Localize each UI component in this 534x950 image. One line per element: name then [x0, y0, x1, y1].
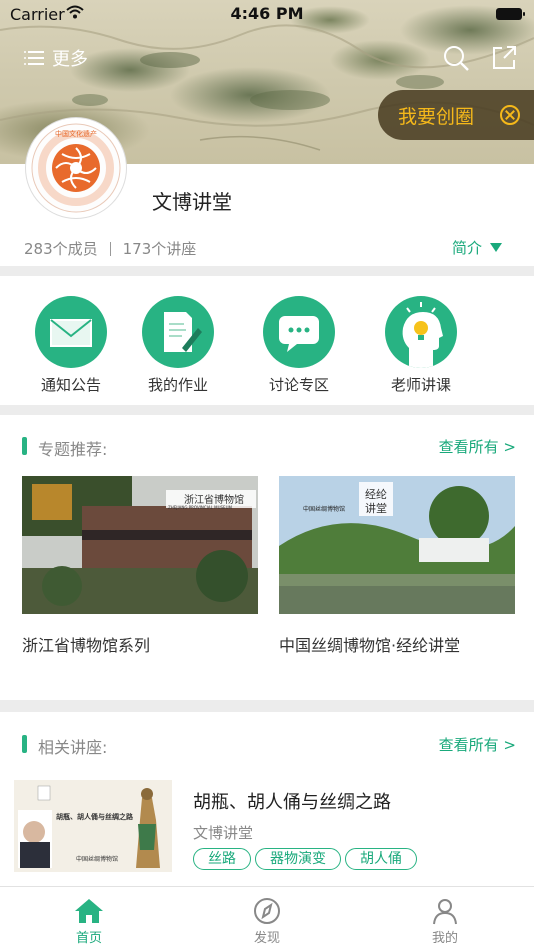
silk-badge-line2: 讲堂 — [365, 502, 387, 515]
silk-overlay-text: 中国丝绸博物馆 — [303, 506, 346, 513]
homework-icon — [142, 296, 214, 368]
feature-teacher[interactable]: 老师讲课 — [366, 296, 476, 395]
tab-home[interactable]: 首页 — [39, 897, 139, 946]
status-bar: Carrier 4:46 PM — [0, 0, 534, 28]
lectures-view-all-link[interactable]: 查看所有 > — [439, 734, 516, 755]
triangle-down-icon — [490, 243, 502, 252]
topics-view-all-link[interactable]: 查看所有 > — [439, 436, 516, 457]
tab-discover[interactable]: 发现 — [217, 897, 317, 946]
topic-card-label: 中国丝绸博物馆·经纶讲堂 — [279, 636, 461, 655]
topic-card-zhejiang[interactable]: 浙江省博物馆 ZHEJIANG PROVINCIAL MUSEUM 浙江省博物馆… — [22, 476, 258, 656]
more-menu-button[interactable]: 更多 — [24, 45, 88, 71]
create-circle-button[interactable]: 我要创圈 — [378, 90, 534, 140]
feature-label: 通知公告 — [40, 376, 101, 394]
svg-text:中国文化遗产: 中国文化遗产 — [55, 129, 97, 138]
topics-header: 专题推荐: 查看所有 > — [0, 435, 534, 459]
share-icon[interactable] — [490, 44, 518, 72]
group-stats: 283个成员 173个讲座 — [24, 238, 196, 259]
battery-icon — [496, 8, 525, 20]
section-divider — [0, 266, 534, 276]
more-label: 更多 — [52, 49, 88, 70]
lecture-tag[interactable]: 器物演变 — [255, 848, 341, 870]
feature-label: 老师讲课 — [390, 376, 451, 394]
group-avatar: 中国文化遗产 — [26, 118, 126, 218]
feature-grid: 通知公告 我的作业 讨论专区 老师讲课 — [0, 296, 534, 396]
lectures-header: 相关讲座: 查看所有 > — [0, 733, 534, 757]
feature-label: 我的作业 — [147, 376, 208, 394]
tab-label: 发现 — [253, 931, 280, 946]
section-marker — [22, 437, 27, 455]
tab-label: 首页 — [75, 931, 102, 946]
section-divider — [0, 405, 534, 415]
lecture-count: 173个讲座 — [122, 240, 197, 258]
group-title: 文博讲堂 — [152, 190, 232, 214]
app-screen: Carrier 4:46 PM 更多 我要创圈 中国文化遗产 文博讲堂 283个… — [0, 0, 534, 950]
member-count: 283个成员 — [24, 240, 98, 258]
section-divider — [0, 700, 534, 712]
envelope-icon — [35, 296, 107, 368]
topics-title: 专题推荐: — [38, 440, 108, 459]
lightbulb-head-icon — [385, 296, 457, 368]
search-icon[interactable] — [442, 44, 470, 72]
intro-label: 简介 — [451, 239, 482, 257]
tab-mine[interactable]: 我的 — [395, 897, 495, 946]
menu-icon — [24, 50, 44, 66]
feature-label: 讨论专区 — [268, 376, 329, 394]
lecture-tag[interactable]: 丝路 — [193, 848, 251, 870]
feature-notice[interactable]: 通知公告 — [16, 296, 126, 395]
tab-label: 我的 — [431, 931, 458, 946]
lecture-poster: 胡瓶、胡人俑与丝绸之路 中国丝绸博物馆 — [14, 780, 172, 872]
create-circle-label: 我要创圈 — [398, 105, 475, 128]
compass-icon — [254, 898, 280, 924]
feature-discussion[interactable]: 讨论专区 — [244, 296, 354, 395]
section-marker — [22, 735, 27, 753]
chat-bubble-icon — [263, 296, 335, 368]
silk-museum-image: 中国丝绸博物馆 经纶 讲堂 — [279, 476, 515, 614]
poster-title-text: 胡瓶、胡人俑与丝绸之路 — [56, 813, 133, 821]
zhejiang-overlay-text-en: ZHEJIANG PROVINCIAL MUSEUM — [168, 505, 232, 510]
zhejiang-overlay-text: 浙江省博物馆 — [184, 495, 244, 506]
stats-divider — [109, 242, 111, 256]
close-icon[interactable] — [500, 105, 520, 125]
lectures-title: 相关讲座: — [38, 738, 108, 757]
lecture-subtitle: 文博讲堂 — [193, 824, 254, 842]
zhejiang-museum-image: 浙江省博物馆 ZHEJIANG PROVINCIAL MUSEUM — [22, 476, 258, 614]
lecture-title: 胡瓶、胡人俑与丝绸之路 — [193, 792, 391, 813]
person-icon — [433, 899, 457, 925]
status-time: 4:46 PM — [230, 4, 304, 23]
lecture-tags: 丝路 器物演变 胡人俑 — [193, 848, 417, 870]
feature-homework[interactable]: 我的作业 — [123, 296, 233, 395]
heritage-logo: 中国文化遗产 — [31, 123, 121, 213]
poster-museum-text: 中国丝绸博物馆 — [76, 856, 119, 863]
topic-card-label: 浙江省博物馆系列 — [22, 636, 151, 655]
intro-toggle[interactable]: 简介 — [452, 237, 502, 258]
home-icon — [75, 899, 103, 923]
lecture-tag[interactable]: 胡人俑 — [345, 848, 417, 870]
topic-card-silk[interactable]: 中国丝绸博物馆 经纶 讲堂 中国丝绸博物馆·经纶讲堂 — [279, 476, 515, 656]
bottom-tab-bar: 首页 发现 我的 — [0, 886, 534, 950]
